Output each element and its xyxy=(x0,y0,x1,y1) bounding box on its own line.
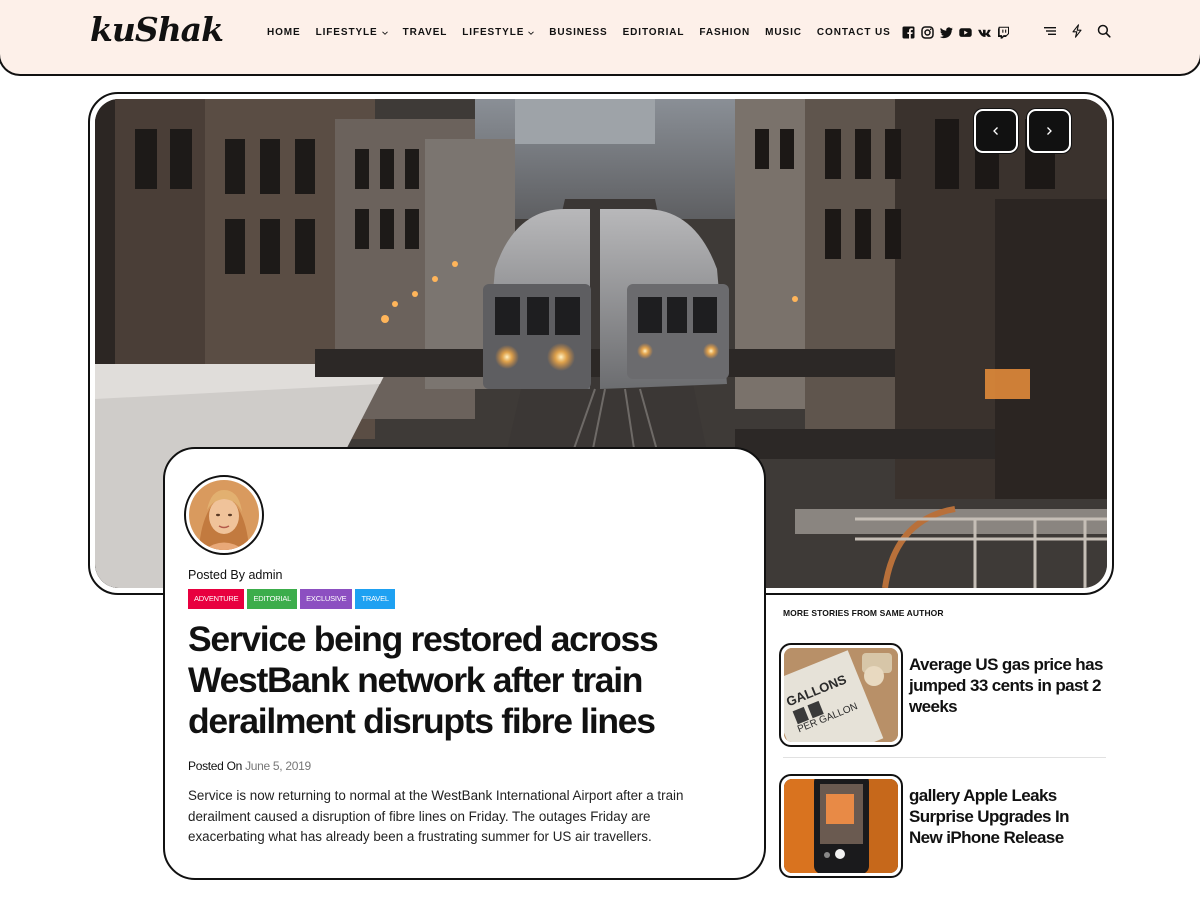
phone-camera-photo xyxy=(784,779,898,873)
nav-item-music[interactable]: MUSIC xyxy=(765,27,802,38)
article-tags: ADVENTURE EDITORIAL EXCLUSIVE TRAVEL xyxy=(188,589,395,609)
story-thumbnail[interactable] xyxy=(779,774,903,878)
story-title[interactable]: gallery Apple Leaks Surprise Upgrades In… xyxy=(909,785,1104,848)
nav-label: LIFESTYLE xyxy=(462,27,525,38)
tag-adventure[interactable]: ADVENTURE xyxy=(188,589,245,609)
nav-label: MUSIC xyxy=(765,27,802,38)
slider-next-button[interactable] xyxy=(1027,109,1071,153)
nav-item-contact-us[interactable]: CONTACT US xyxy=(817,27,891,38)
story-divider xyxy=(783,757,1106,758)
site-logo[interactable]: kuShak xyxy=(90,10,224,49)
menu-icon[interactable] xyxy=(1043,24,1057,38)
story-item[interactable]: GALLONS PER GALLON Average US gas price … xyxy=(779,643,1109,747)
nav-item-fashion[interactable]: FASHION xyxy=(699,27,750,38)
posted-by: Posted By admin xyxy=(188,568,283,582)
chevron-left-icon xyxy=(993,127,998,135)
nav-item-travel[interactable]: TRAVEL xyxy=(403,27,448,38)
nav-item-lifestyle-2[interactable]: LIFESTYLE xyxy=(462,27,535,38)
author-avatar[interactable] xyxy=(184,475,264,555)
nav-item-home[interactable]: HOME xyxy=(267,27,301,38)
twitch-icon[interactable] xyxy=(997,26,1010,39)
slider-prev-button[interactable] xyxy=(974,109,1018,153)
nav-item-business[interactable]: BUSINESS xyxy=(549,27,607,38)
main-nav: HOME LIFESTYLE TRAVEL LIFESTYLE BUSINESS… xyxy=(267,27,906,38)
nav-label: FASHION xyxy=(699,27,751,38)
nav-label: TRAVEL xyxy=(402,27,448,38)
more-stories-title: MORE STORIES FROM SAME AUTHOR xyxy=(783,608,944,618)
instagram-icon[interactable] xyxy=(921,26,934,39)
bolt-icon[interactable] xyxy=(1070,24,1084,38)
site-header: kuShak HOME LIFESTYLE TRAVEL LIFESTYLE B… xyxy=(0,0,1200,76)
article-title[interactable]: Service being restored across WestBank n… xyxy=(188,619,748,742)
twitter-icon[interactable] xyxy=(940,26,953,39)
author-photo xyxy=(189,480,259,550)
nav-label: BUSINESS xyxy=(549,27,608,38)
youtube-icon[interactable] xyxy=(959,26,972,39)
chevron-down-icon xyxy=(381,30,388,35)
nav-item-lifestyle[interactable]: LIFESTYLE xyxy=(316,27,388,38)
post-date[interactable]: June 5, 2019 xyxy=(245,759,311,773)
gas-pump-photo: GALLONS PER GALLON xyxy=(784,648,898,742)
vk-icon[interactable] xyxy=(978,26,991,39)
chevron-down-icon xyxy=(528,30,535,35)
nav-label: CONTACT US xyxy=(816,27,891,38)
story-title[interactable]: Average US gas price has jumped 33 cents… xyxy=(909,654,1104,717)
header-tools xyxy=(1043,24,1111,38)
story-item[interactable]: gallery Apple Leaks Surprise Upgrades In… xyxy=(779,774,1109,878)
facebook-icon[interactable] xyxy=(902,26,915,39)
posted-on: Posted On June 5, 2019 xyxy=(188,759,311,773)
nav-label: LIFESTYLE xyxy=(315,27,378,38)
nav-item-editorial[interactable]: EDITORIAL xyxy=(623,27,685,38)
search-icon[interactable] xyxy=(1097,24,1111,38)
nav-label: EDITORIAL xyxy=(622,27,685,38)
article-excerpt: Service is now returning to normal at th… xyxy=(188,788,684,844)
posted-on-label: Posted On xyxy=(188,759,243,773)
tag-editorial[interactable]: EDITORIAL xyxy=(247,589,298,609)
tag-travel[interactable]: TRAVEL xyxy=(355,589,395,609)
social-links xyxy=(902,26,1010,39)
chevron-right-icon xyxy=(1047,127,1052,135)
tag-exclusive[interactable]: EXCLUSIVE xyxy=(300,589,353,609)
nav-label: HOME xyxy=(267,27,301,38)
story-thumbnail[interactable]: GALLONS PER GALLON xyxy=(779,643,903,747)
